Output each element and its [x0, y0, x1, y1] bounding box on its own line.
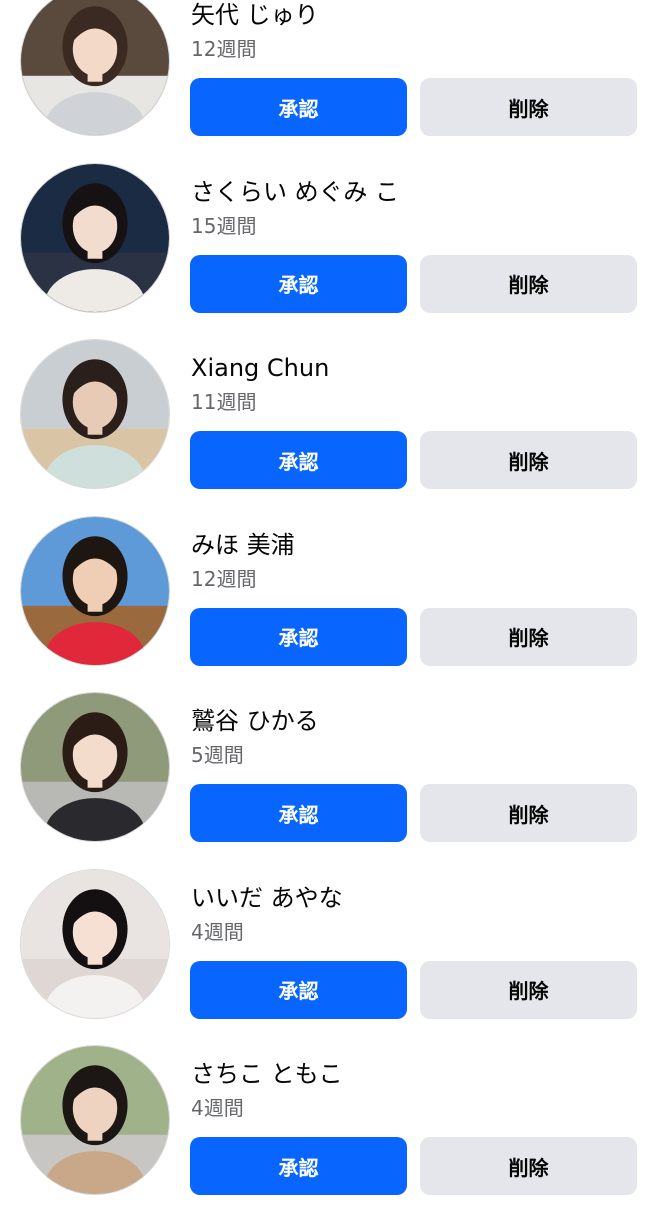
- request-age: 4週間: [191, 1096, 244, 1120]
- requester-name[interactable]: いいだ あやな: [191, 882, 343, 914]
- request-age: 15週間: [191, 213, 257, 238]
- delete-button[interactable]: 削除: [420, 960, 637, 1019]
- avatar-photo: [21, 0, 169, 135]
- friend-request-item: みほ 美浦 12週間 承認 削除: [0, 515, 657, 693]
- friend-request-item: 鷲谷 ひかる 5週間 承認 削除: [0, 692, 657, 869]
- profile-avatar[interactable]: [20, 1045, 170, 1195]
- profile-avatar[interactable]: [20, 692, 170, 842]
- avatar-photo: [21, 869, 169, 1018]
- confirm-button[interactable]: 承認: [190, 78, 407, 136]
- profile-avatar[interactable]: [20, 339, 170, 489]
- avatar-photo: [21, 516, 169, 665]
- confirm-button[interactable]: 承認: [190, 1137, 407, 1195]
- requester-name[interactable]: みほ 美浦: [191, 529, 295, 561]
- profile-avatar[interactable]: [20, 0, 170, 136]
- request-age: 4週間: [191, 919, 244, 944]
- request-age: 12週間: [191, 566, 257, 591]
- requester-name[interactable]: 矢代 じゅり: [191, 0, 319, 31]
- avatar-photo: [21, 1046, 169, 1194]
- request-age: 5週間: [191, 743, 244, 767]
- profile-avatar[interactable]: [20, 868, 170, 1019]
- profile-avatar[interactable]: [20, 515, 170, 666]
- delete-button[interactable]: 削除: [420, 78, 637, 136]
- avatar-photo: [21, 163, 169, 312]
- friend-request-item: さちこ ともこ 4週間 承認 削除: [0, 1045, 657, 1222]
- request-age: 12週間: [191, 37, 257, 61]
- confirm-button[interactable]: 承認: [190, 431, 407, 489]
- avatar-photo: [21, 340, 169, 488]
- delete-button[interactable]: 削除: [420, 254, 637, 313]
- requester-name[interactable]: さくらい めぐみ こ: [191, 176, 399, 208]
- friend-request-item: Xiang Chun 11週間 承認 削除: [0, 339, 657, 516]
- requester-name[interactable]: さちこ ともこ: [191, 1058, 343, 1090]
- friend-request-item: 矢代 じゅり 12週間 承認 削除: [0, 0, 657, 163]
- confirm-button[interactable]: 承認: [190, 607, 407, 666]
- profile-avatar[interactable]: [20, 162, 170, 313]
- delete-button[interactable]: 削除: [420, 1137, 637, 1195]
- delete-button[interactable]: 削除: [420, 607, 637, 666]
- confirm-button[interactable]: 承認: [190, 960, 407, 1019]
- friend-request-list: 矢代 じゅり 12週間 承認 削除 さくらい めぐみ こ 15週間 承認 削除 …: [0, 0, 657, 1222]
- request-age: 11週間: [191, 390, 257, 414]
- confirm-button[interactable]: 承認: [190, 784, 407, 842]
- requester-name[interactable]: Xiang Chun: [191, 352, 329, 384]
- confirm-button[interactable]: 承認: [190, 254, 407, 313]
- requester-name[interactable]: 鷲谷 ひかる: [191, 705, 319, 737]
- avatar-photo: [21, 693, 169, 841]
- friend-request-item: さくらい めぐみ こ 15週間 承認 削除: [0, 162, 657, 340]
- friend-request-item: いいだ あやな 4週間 承認 削除: [0, 868, 657, 1046]
- delete-button[interactable]: 削除: [420, 431, 637, 489]
- delete-button[interactable]: 削除: [420, 784, 637, 842]
